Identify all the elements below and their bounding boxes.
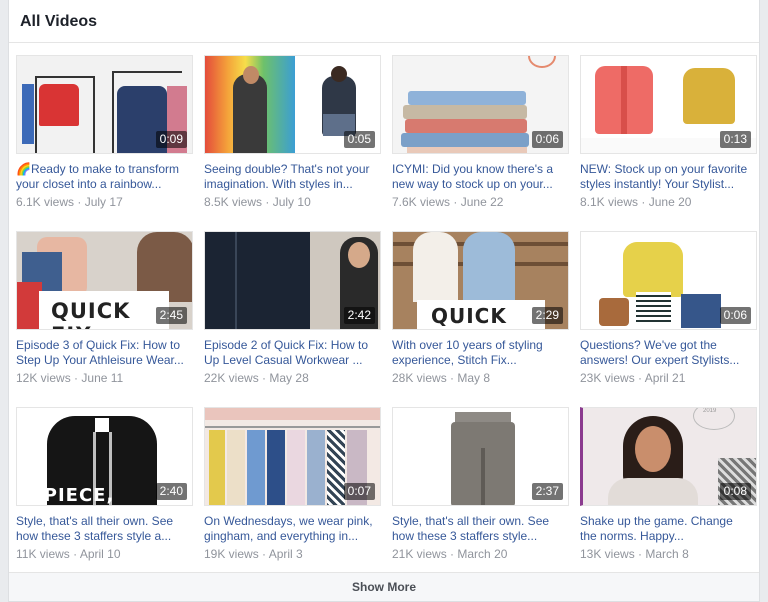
one-piece-overlay: 1 PIECE, [23,485,115,506]
video-meta: 8.5K views · July 10 [204,195,311,209]
video-duration: 2:45 [155,307,187,324]
video-thumbnail[interactable]: 0:06 [392,55,569,154]
video-meta: 7.6K views · June 22 [392,195,504,209]
video-title-link[interactable]: With over 10 years of styling experience,… [392,338,569,368]
video-meta: 12K views · June 11 [16,371,124,385]
all-videos-card: All Videos 0:09 🌈Ready to make to transf… [8,0,760,602]
quick-fix-overlay: QUICK FIX [39,291,169,329]
video-thumbnail[interactable]: 1 PIECE, 2:40 [16,407,193,506]
video-tile[interactable]: QUICK FIX 2:45 Episode 3 of Quick Fix: H… [16,231,193,386]
video-thumbnail[interactable]: QUICK FIX 2:45 [16,231,193,330]
video-meta: 21K views · March 20 [392,547,508,561]
video-meta: 22K views · May 28 [204,371,309,385]
video-title-link[interactable]: NEW: Stock up on your favorite styles ins… [580,162,757,192]
rainbow-emoji-icon: 🌈 [16,162,31,176]
video-meta: 6.1K views · July 17 [16,195,123,209]
video-title-link[interactable]: ICYMI: Did you know there's a new way to … [392,162,569,192]
video-duration: 0:07 [343,483,375,500]
video-thumbnail[interactable]: QUICK FIX 2:29 [392,231,569,330]
video-tile[interactable]: 0:07 On Wednesdays, we wear pink, gingham… [204,407,381,562]
video-duration: 0:05 [343,131,375,148]
video-duration: 2:29 [531,307,563,324]
video-thumbnail[interactable]: 2019 0:08 [580,407,757,506]
one-piece-overlay: 1 PIECE, [439,485,453,506]
video-title-link[interactable]: Shake up the game. Change the norms. Happ… [580,514,757,544]
video-duration: 0:06 [531,131,563,148]
video-meta: 11K views · April 10 [16,547,121,561]
quick-fix-overlay: QUICK FIX [417,300,545,329]
video-meta: 13K views · March 8 [580,547,689,561]
video-tile[interactable]: 0:13 NEW: Stock up on your favorite style… [580,55,757,210]
video-thumbnail[interactable]: 2:42 [204,231,381,330]
video-duration: 2:40 [155,483,187,500]
video-thumbnail[interactable]: 0:09 [16,55,193,154]
video-duration: 0:08 [719,483,751,500]
video-tile[interactable]: 2:42 Episode 2 of Quick Fix: How to Up Le… [204,231,381,386]
section-header: All Videos [9,0,759,43]
video-title-link[interactable]: Style, that's all their own. See how thes… [16,514,193,544]
video-thumbnail[interactable]: 0:13 [580,55,757,154]
show-more-button[interactable]: Show More [9,572,759,601]
video-duration: 0:06 [719,307,751,324]
video-meta: 28K views · May 8 [392,371,491,385]
video-title-link[interactable]: Episode 2 of Quick Fix: How to Up Level C… [204,338,381,368]
video-duration: 2:37 [531,483,563,500]
video-tile[interactable]: 0:06 ICYMI: Did you know there's a new wa… [392,55,569,210]
video-thumbnail[interactable]: 0:07 [204,407,381,506]
video-tile[interactable]: 0:05 Seeing double? That's not your imagi… [204,55,381,210]
section-title: All Videos [20,13,98,30]
video-thumbnail[interactable]: 0:06 [580,231,757,330]
video-tile[interactable]: 0:06 Questions? We've got the answers! Ou… [580,231,757,386]
video-title-link[interactable]: 🌈Ready to make to transform your closet … [16,162,193,192]
video-tile[interactable]: 2019 0:08 Shake up the game. Change the n… [580,407,757,562]
video-title-link[interactable]: On Wednesdays, we wear pink, gingham, and… [204,514,381,544]
video-tile[interactable]: 0:09 🌈Ready to make to transform your cl… [16,55,193,210]
video-tile[interactable]: 1 PIECE, 2:40 Style, that's all their ow… [16,407,193,562]
video-duration: 0:09 [155,131,187,148]
video-title-link[interactable]: Episode 3 of Quick Fix: How to Step Up Yo… [16,338,193,368]
video-title-link[interactable]: Questions? We've got the answers! Our exp… [580,338,757,368]
year-badge: 2019 [703,408,717,414]
video-title-link[interactable]: Seeing double? That's not your imaginatio… [204,162,381,192]
video-duration: 2:42 [343,307,375,324]
video-meta: 8.1K views · June 20 [580,195,692,209]
video-tile[interactable]: QUICK FIX 2:29 With over 10 years of sty… [392,231,569,386]
video-duration: 0:13 [719,131,751,148]
video-thumbnail[interactable]: 1 PIECE, 2:37 [392,407,569,506]
video-title-link[interactable]: Style, that's all their own. See how thes… [392,514,569,544]
video-meta: 19K views · April 3 [204,547,303,561]
video-meta: 23K views · April 21 [580,371,686,385]
video-tile[interactable]: 1 PIECE, 2:37 Style, that's all their ow… [392,407,569,562]
video-thumbnail[interactable]: 0:05 [204,55,381,154]
